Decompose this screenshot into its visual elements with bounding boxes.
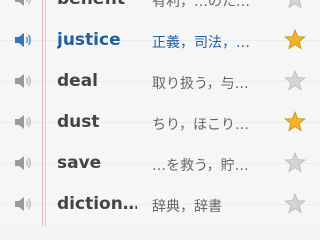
speaker-icon[interactable] <box>13 195 35 213</box>
vocabulary-list-screen: benefit 有利，…のた… justice 正義，司法，… deal 取り扱う，与… <box>0 0 320 226</box>
list-item[interactable]: justice 正義，司法，… <box>0 19 320 60</box>
word-label: benefit <box>57 0 137 9</box>
speaker-icon[interactable] <box>13 31 35 49</box>
word-label: justice <box>57 30 121 50</box>
word-label: diction… <box>57 194 137 214</box>
star-icon[interactable] <box>284 192 306 214</box>
meaning-label: 辞典，辞書 <box>152 199 222 215</box>
speaker-icon[interactable] <box>13 154 35 172</box>
meaning-label: 有利，…のた… <box>152 0 250 10</box>
speaker-icon[interactable] <box>13 0 35 8</box>
meaning-label: 正義，司法，… <box>152 35 250 51</box>
star-icon[interactable] <box>284 110 306 132</box>
meaning-label: ちり，ほこり… <box>152 117 250 133</box>
list-item[interactable]: dust ちり，ほこり… <box>0 101 320 142</box>
star-icon[interactable] <box>284 28 306 50</box>
word-label: deal <box>57 71 98 91</box>
word-label: save <box>57 153 102 173</box>
word-list: benefit 有利，…のた… justice 正義，司法，… deal 取り扱う，与… <box>0 0 320 224</box>
list-item[interactable]: deal 取り扱う，与… <box>0 60 320 101</box>
meaning-label: 取り扱う，与… <box>152 76 249 92</box>
meaning-label: …を救う，貯… <box>152 158 249 174</box>
speaker-icon[interactable] <box>13 72 35 90</box>
speaker-icon[interactable] <box>13 113 35 131</box>
list-item[interactable]: save …を救う，貯… <box>0 142 320 183</box>
list-item[interactable]: diction… 辞典，辞書 <box>0 183 320 224</box>
star-icon[interactable] <box>284 0 306 9</box>
star-icon[interactable] <box>284 69 306 91</box>
star-icon[interactable] <box>284 151 306 173</box>
word-label: dust <box>57 112 100 132</box>
list-item[interactable]: benefit 有利，…のた… <box>0 0 320 19</box>
